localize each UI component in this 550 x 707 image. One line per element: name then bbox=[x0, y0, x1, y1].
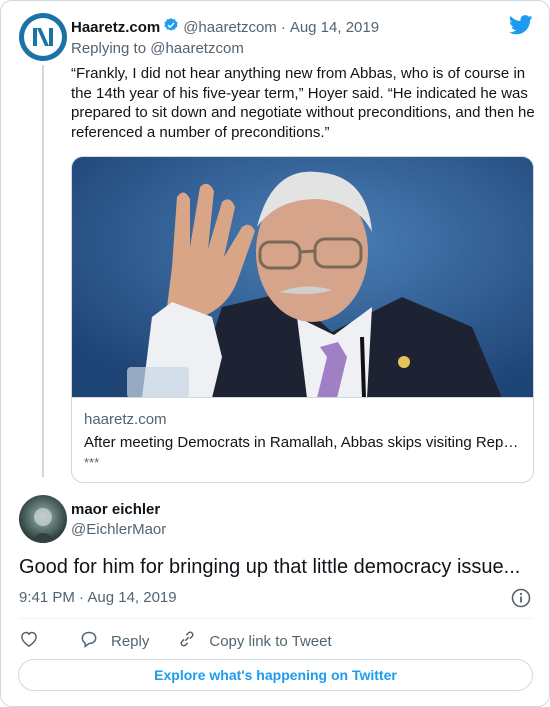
explore-button[interactable]: Explore what's happening on Twitter bbox=[18, 659, 533, 691]
news-photo bbox=[72, 157, 533, 398]
reply-label: Reply bbox=[111, 632, 150, 650]
haaretz-logo-icon bbox=[24, 18, 62, 56]
tweet-actions: Reply Copy link to Tweet bbox=[19, 629, 360, 653]
tweet-date[interactable]: Aug 14, 2019 bbox=[290, 19, 379, 36]
parent-tweet-text: “Frankly, I did not hear anything new fr… bbox=[71, 65, 535, 141]
tweet-embed: Haaretz.com @haaretzcom · Aug 14, 2019 R… bbox=[0, 0, 550, 707]
author-name[interactable]: Haaretz.com bbox=[71, 19, 160, 36]
main-tweet-text: Good for him for bringing up that little… bbox=[19, 556, 521, 578]
avatar[interactable] bbox=[19, 495, 67, 543]
link-title: After meeting Democrats in Ramallah, Abb… bbox=[84, 434, 519, 451]
twitter-bird-icon[interactable] bbox=[508, 15, 533, 40]
avatar[interactable] bbox=[19, 13, 67, 61]
author-handle[interactable]: @haaretzcom bbox=[183, 19, 277, 36]
like-button[interactable] bbox=[19, 629, 51, 653]
reply-icon bbox=[79, 629, 111, 653]
link-icon bbox=[177, 629, 209, 653]
copy-link-label: Copy link to Tweet bbox=[209, 632, 332, 650]
parent-header: Haaretz.com @haaretzcom · Aug 14, 2019 bbox=[71, 17, 379, 37]
reply-button[interactable]: Reply bbox=[79, 629, 149, 653]
copy-link-button[interactable]: Copy link to Tweet bbox=[177, 629, 332, 653]
link-preview-card[interactable]: haaretz.com After meeting Democrats in R… bbox=[71, 156, 534, 483]
link-description: *** bbox=[84, 455, 100, 470]
divider bbox=[19, 618, 533, 619]
tweet-timestamp[interactable]: 9:41 PM · Aug 14, 2019 bbox=[19, 589, 177, 606]
info-icon[interactable] bbox=[511, 588, 531, 613]
author-handle[interactable]: @EichlerMaor bbox=[71, 521, 166, 538]
separator-dot: · bbox=[280, 18, 286, 36]
link-preview-text: haaretz.com After meeting Democrats in R… bbox=[84, 411, 521, 470]
verified-badge-icon bbox=[163, 17, 179, 37]
thread-line bbox=[42, 65, 44, 477]
link-domain: haaretz.com bbox=[84, 411, 167, 428]
replying-to[interactable]: Replying to @haaretzcom bbox=[71, 40, 244, 57]
heart-icon bbox=[19, 629, 51, 653]
author-name[interactable]: maor eichler bbox=[71, 501, 160, 518]
